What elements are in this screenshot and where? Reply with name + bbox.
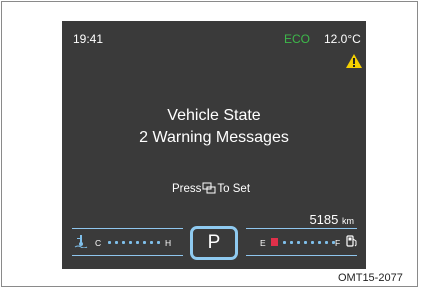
temp-high-label: H — [165, 238, 172, 248]
temp-segment — [157, 241, 160, 244]
fuel-gauge-bar — [283, 240, 335, 245]
set-hint: Press To Set — [172, 182, 250, 195]
set-key-icon — [202, 182, 216, 194]
left-gauge-top-line — [72, 228, 183, 229]
fuel-segment — [297, 241, 300, 244]
fuel-pump-icon — [346, 235, 357, 247]
warning-count: 2 Warning Messages — [139, 129, 289, 146]
left-gauge-bottom-line — [72, 255, 183, 256]
message-title: Vehicle State — [167, 107, 261, 124]
temp-segment — [150, 241, 153, 244]
temp-segment — [115, 241, 118, 244]
coolant-temp-icon — [74, 235, 88, 248]
fuel-segment — [325, 241, 328, 244]
temp-gauge-bar — [108, 240, 160, 245]
odometer-unit: km — [342, 216, 354, 226]
right-gauge-top-line — [246, 228, 357, 229]
fuel-full-label: F — [335, 238, 341, 248]
cluster-display: 19:41 ECO 12.0°C Vehicle State 2 Warning… — [62, 21, 366, 269]
figure-code: OMT15-2077 — [338, 272, 403, 284]
odometer: 5185 km — [309, 212, 354, 227]
eco-indicator: ECO — [284, 32, 311, 46]
fuel-segment — [283, 241, 286, 244]
fuel-segment — [311, 241, 314, 244]
warning-icon — [346, 54, 362, 68]
fuel-empty-label: E — [260, 238, 266, 248]
gear-indicator: P — [190, 226, 238, 260]
temp-segment — [129, 241, 132, 244]
odometer-value: 5185 — [309, 212, 339, 227]
fuel-segment — [290, 241, 293, 244]
temp-low-label: C — [95, 238, 102, 248]
hint-suffix: To Set — [217, 183, 251, 195]
temp-segment — [122, 241, 125, 244]
hint-prefix: Press — [172, 183, 202, 195]
temp-segment — [108, 241, 111, 244]
temp-segment — [143, 241, 146, 244]
fuel-segment — [318, 241, 321, 244]
fuel-low-segment — [271, 238, 278, 246]
temp-segment — [136, 241, 139, 244]
right-gauge-bottom-line — [246, 255, 357, 256]
fuel-segment — [304, 241, 307, 244]
outside-temperature: 12.0°C — [324, 32, 361, 46]
clock: 19:41 — [73, 32, 104, 46]
